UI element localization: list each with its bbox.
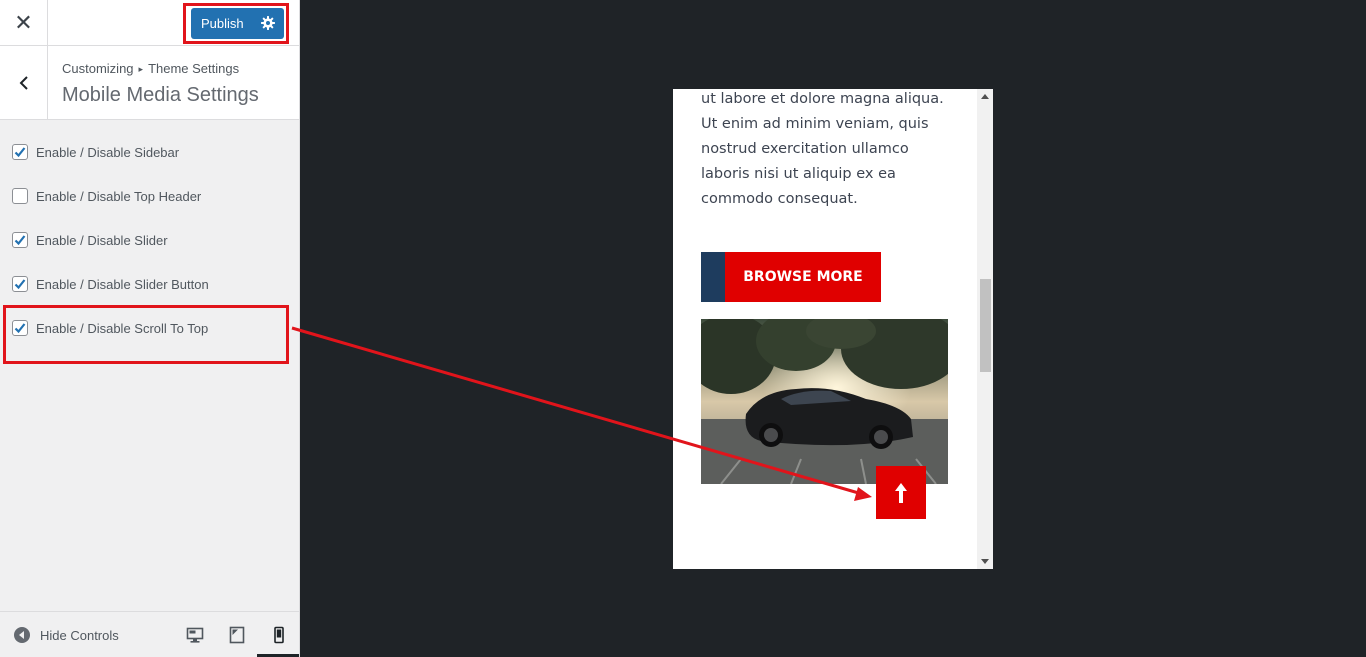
mobile-preview-frame[interactable]: ut labore et dolore magna aliqua. Ut eni… (673, 89, 993, 569)
breadcrumb-separator: ▸ (138, 64, 144, 74)
checkbox-slider[interactable] (12, 232, 28, 248)
option-label: Enable / Disable Slider (36, 232, 168, 248)
button-accent (701, 252, 725, 302)
back-button[interactable] (0, 46, 48, 119)
option-top-header[interactable]: Enable / Disable Top Header (12, 186, 201, 206)
scroll-up-arrow[interactable] (981, 94, 989, 99)
browse-more-label: BROWSE MORE (725, 252, 881, 302)
arrow-up-icon (895, 482, 907, 503)
checkbox-top-header[interactable] (12, 188, 28, 204)
checkmark-icon (14, 147, 26, 158)
checkbox-sidebar[interactable] (12, 144, 28, 160)
checkbox-slider-button[interactable] (12, 276, 28, 292)
breadcrumb-root: Customizing (62, 61, 134, 76)
breadcrumb-parent: Theme Settings (148, 61, 240, 76)
publish-button[interactable]: Publish (191, 8, 284, 39)
scroll-down-arrow[interactable] (981, 559, 989, 564)
gear-icon[interactable] (260, 15, 276, 31)
desktop-icon[interactable] (186, 626, 204, 644)
scroll-thumb[interactable] (980, 279, 991, 372)
section-title: Mobile Media Settings (62, 84, 259, 106)
option-label: Enable / Disable Slider Button (36, 276, 209, 292)
chevron-left-icon (19, 75, 28, 90)
hide-controls-button[interactable]: Hide Controls (14, 627, 119, 643)
collapse-icon (14, 627, 30, 643)
close-icon[interactable]: ✕ (0, 0, 48, 46)
preview-body-text: ut labore et dolore magna aliqua. Ut eni… (701, 91, 944, 207)
option-sidebar[interactable]: Enable / Disable Sidebar (12, 142, 179, 162)
breadcrumb: Customizing ▸ Theme Settings (62, 61, 239, 76)
section-header: Customizing ▸ Theme Settings Mobile Media … (0, 46, 299, 120)
checkmark-icon (14, 279, 26, 290)
publish-label: Publish (201, 16, 244, 31)
option-label: Enable / Disable Sidebar (36, 144, 180, 160)
browse-more-button[interactable]: BROWSE MORE (701, 252, 881, 302)
scroll-to-top-button[interactable] (876, 466, 926, 519)
option-label: Enable / Disable Top Header (36, 188, 202, 204)
tablet-icon[interactable] (228, 626, 246, 644)
option-slider-button[interactable]: Enable / Disable Slider Button (12, 274, 209, 294)
scroll-to-top-highlight-box (3, 305, 289, 364)
checkmark-icon (14, 235, 26, 246)
customizer-footer: Hide Controls (0, 611, 299, 657)
customizer-sidebar: ✕ Publish Customizing ▸ Theme Settings Mob… (0, 0, 300, 657)
car-image (701, 319, 948, 484)
preview-scrollbar[interactable] (977, 89, 993, 569)
hide-controls-label: Hide Controls (40, 627, 119, 643)
mobile-icon[interactable] (270, 626, 288, 644)
option-slider[interactable]: Enable / Disable Slider (12, 230, 168, 250)
